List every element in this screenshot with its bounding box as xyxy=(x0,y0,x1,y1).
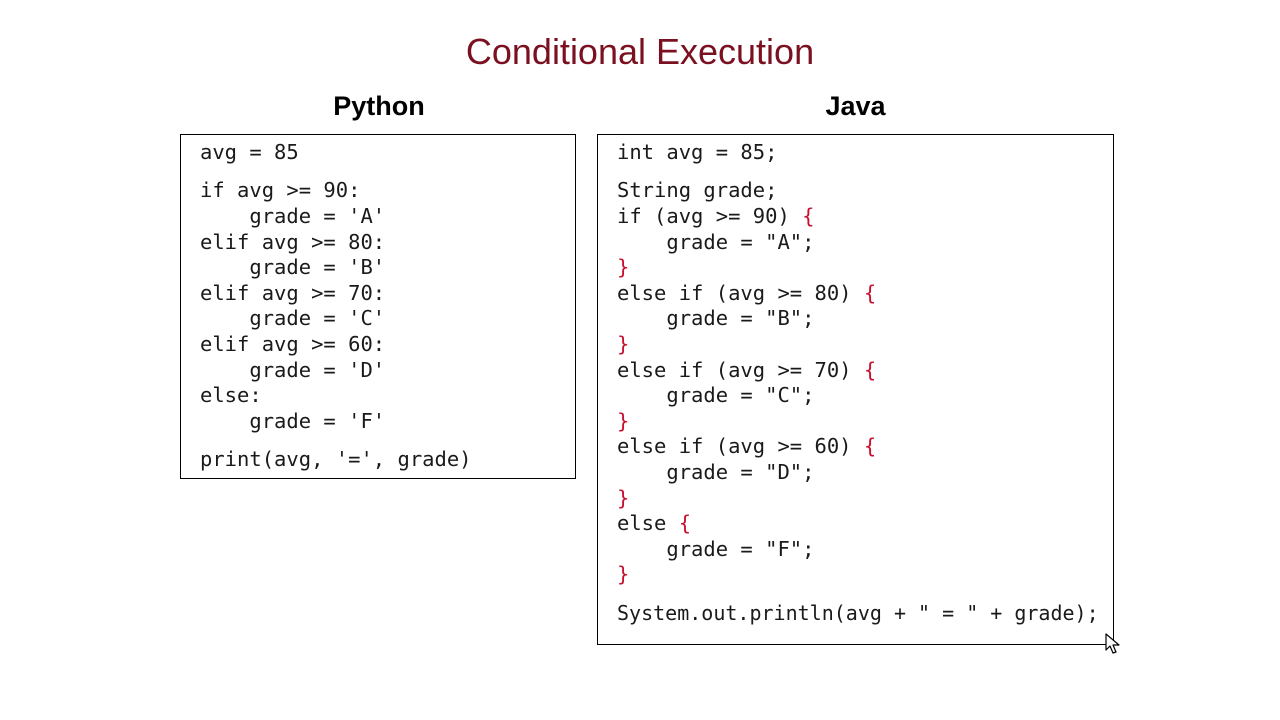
close-brace: } xyxy=(617,562,630,586)
code-line: print(avg, '=', grade) xyxy=(200,447,472,471)
code-line: grade = 'B' xyxy=(200,255,386,279)
close-brace: } xyxy=(617,486,630,510)
code-line: grade = "B"; xyxy=(617,306,815,330)
close-brace: } xyxy=(617,255,630,279)
close-brace: } xyxy=(617,409,630,433)
code-line: elif avg >= 70: xyxy=(200,281,386,305)
code-line: elif avg >= 80: xyxy=(200,230,386,254)
open-brace: { xyxy=(863,358,877,382)
code-line: grade = "D"; xyxy=(617,460,815,484)
code-line: grade = 'D' xyxy=(200,358,386,382)
code-line: int avg = 85; xyxy=(617,140,778,164)
open-brace: { xyxy=(863,434,877,458)
code-line: if avg >= 90: xyxy=(200,178,361,202)
code-line: elif avg >= 60: xyxy=(200,332,386,356)
slide: Conditional Execution Python Java avg = … xyxy=(0,0,1280,720)
code-line: grade = 'C' xyxy=(200,306,386,330)
open-brace: { xyxy=(802,204,815,228)
code-line: grade = "C"; xyxy=(617,383,815,407)
code-line: grade = 'A' xyxy=(200,204,386,228)
mouse-pointer-icon xyxy=(1105,633,1120,654)
code-line: grade = 'F' xyxy=(200,409,386,433)
code-line: else { xyxy=(617,511,691,535)
code-text: else xyxy=(617,511,679,535)
code-text: else if (avg >= 80) xyxy=(617,281,864,305)
open-brace: { xyxy=(863,281,877,305)
code-line: String grade; xyxy=(617,178,778,202)
slide-title: Conditional Execution xyxy=(465,31,815,72)
code-line: else if (avg >= 70) { xyxy=(617,358,876,382)
code-line: System.out.println(avg + " = " + grade); xyxy=(617,601,1099,625)
code-line: else if (avg >= 80) { xyxy=(617,281,876,305)
open-brace: { xyxy=(678,511,692,535)
code-line: else: xyxy=(200,383,262,407)
python-heading: Python xyxy=(333,91,425,121)
code-text: else if (avg >= 70) xyxy=(617,358,864,382)
code-line: else if (avg >= 60) { xyxy=(617,434,876,458)
java-heading: Java xyxy=(825,91,886,121)
code-line: avg = 85 xyxy=(200,140,299,164)
close-brace: } xyxy=(617,332,630,356)
code-text: if (avg >= 90) xyxy=(617,204,803,228)
code-line: if (avg >= 90) { xyxy=(617,204,814,228)
code-line: grade = "A"; xyxy=(617,230,815,254)
code-line: grade = "F"; xyxy=(617,537,815,561)
code-text: else if (avg >= 60) xyxy=(617,434,864,458)
